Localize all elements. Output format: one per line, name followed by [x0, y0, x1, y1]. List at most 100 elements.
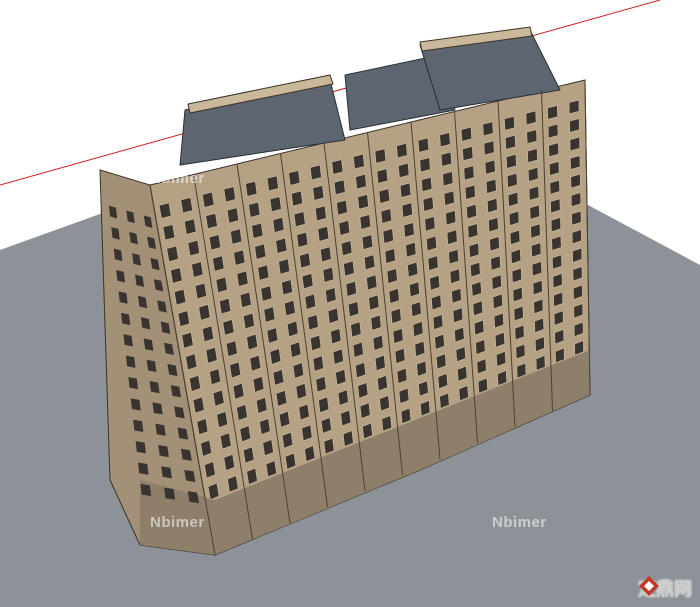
window	[327, 307, 339, 324]
window	[170, 267, 183, 284]
window	[407, 261, 419, 278]
window	[440, 151, 452, 167]
window	[194, 282, 207, 300]
window	[445, 210, 457, 226]
watermark-left-bottom: Nbimer	[150, 514, 205, 531]
window	[226, 207, 239, 224]
window	[376, 168, 389, 184]
side-window	[130, 398, 141, 411]
window	[405, 242, 417, 258]
window	[317, 226, 330, 242]
window	[198, 304, 211, 321]
window	[304, 293, 316, 310]
building-model-svg	[0, 0, 700, 607]
window	[549, 179, 560, 195]
window	[569, 118, 580, 133]
window	[482, 121, 494, 137]
window	[422, 196, 434, 212]
side-window	[125, 355, 136, 368]
watermark-right-bottom: Nbimer	[492, 514, 547, 531]
window	[333, 179, 346, 195]
window	[403, 222, 415, 238]
window	[266, 327, 279, 344]
window	[229, 361, 242, 379]
window	[508, 210, 520, 226]
window	[162, 224, 176, 241]
window	[330, 328, 342, 345]
window	[219, 298, 232, 315]
window	[301, 273, 314, 289]
window	[177, 310, 190, 327]
window	[249, 355, 262, 372]
window	[528, 185, 540, 201]
window	[325, 287, 337, 304]
side-window	[158, 444, 169, 458]
window	[309, 164, 322, 181]
window	[570, 155, 581, 170]
window	[348, 301, 360, 318]
window	[181, 331, 194, 349]
sketchup-building-render: Nbimer Nbimer Nbimer 定鼎网	[0, 0, 700, 607]
window	[266, 175, 279, 192]
window	[223, 186, 236, 203]
window	[462, 146, 474, 161]
window	[343, 260, 355, 277]
window	[310, 334, 322, 351]
window	[549, 161, 560, 176]
window	[189, 375, 201, 392]
window	[202, 191, 215, 208]
window	[384, 248, 396, 264]
window	[399, 182, 412, 198]
window	[289, 341, 302, 358]
window	[463, 165, 475, 181]
side-window	[116, 269, 126, 283]
window	[320, 246, 332, 263]
side-window	[135, 441, 146, 454]
window	[388, 288, 400, 304]
window	[209, 368, 221, 385]
window	[505, 135, 516, 150]
window	[374, 148, 387, 164]
window	[345, 280, 357, 297]
window	[526, 129, 538, 144]
window	[357, 194, 369, 210]
side-window	[118, 291, 128, 304]
window	[230, 228, 243, 245]
window	[187, 240, 200, 257]
window	[184, 218, 197, 235]
window	[252, 376, 265, 393]
window	[464, 184, 476, 200]
window	[185, 353, 198, 371]
window	[331, 159, 344, 175]
side-window	[133, 419, 144, 432]
window	[215, 276, 228, 293]
window	[307, 314, 319, 331]
window	[548, 142, 559, 158]
window	[202, 325, 214, 343]
window	[269, 196, 282, 212]
window	[419, 157, 431, 173]
side-window	[140, 483, 152, 497]
window	[507, 191, 519, 207]
window	[233, 249, 246, 266]
window	[243, 312, 255, 330]
window	[355, 174, 367, 190]
window	[398, 162, 410, 178]
window	[353, 153, 365, 170]
window	[378, 188, 390, 204]
window	[292, 362, 304, 379]
window	[368, 294, 380, 311]
window	[254, 243, 267, 260]
window	[484, 159, 496, 175]
window	[299, 252, 311, 269]
window	[417, 137, 430, 153]
window	[525, 110, 537, 126]
window	[386, 268, 398, 284]
window	[527, 148, 538, 163]
window	[222, 319, 235, 336]
window	[528, 167, 539, 182]
window	[278, 258, 290, 275]
window	[180, 197, 193, 214]
window	[446, 229, 458, 245]
side-window	[121, 312, 131, 326]
